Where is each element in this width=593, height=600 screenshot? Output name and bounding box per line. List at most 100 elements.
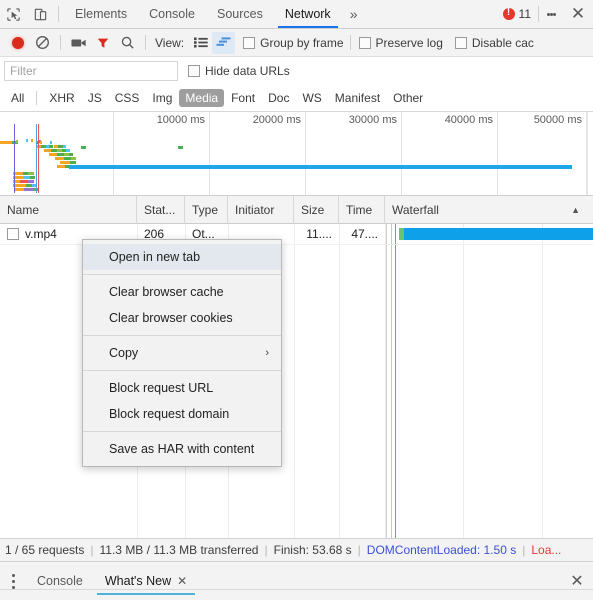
close-icon[interactable]: ✕ (563, 0, 593, 29)
status-separator: | (522, 543, 526, 557)
toolbar-divider (58, 6, 59, 22)
resource-type-filters: All XHR JS CSS Img Media Font Doc WS Man… (0, 85, 593, 112)
context-menu-item-block-request-domain[interactable]: Block request domain (83, 401, 281, 427)
error-count: 11 (518, 7, 531, 21)
finish-summary: Finish: 53.68 s (273, 543, 352, 557)
kebab-menu-icon[interactable] (539, 0, 563, 29)
type-filter-media[interactable]: Media (179, 89, 225, 107)
column-header-name[interactable]: Name (0, 195, 137, 224)
context-menu-item-clear-browser-cookies[interactable]: Clear browser cookies (83, 305, 281, 331)
cell-waterfall (385, 224, 593, 245)
search-button[interactable] (115, 31, 139, 55)
row-checkbox-icon[interactable] (7, 228, 19, 240)
type-filter-css[interactable]: CSS (109, 89, 146, 107)
menu-divider (83, 274, 281, 275)
error-badge[interactable]: ! 11 (502, 7, 538, 21)
group-by-frame-checkbox[interactable]: Group by frame (243, 36, 344, 50)
preserve-log-label: Preserve log (375, 35, 443, 50)
overview-event-line (36, 124, 37, 193)
type-filter-img[interactable]: Img (146, 89, 178, 107)
type-filter-other[interactable]: Other (387, 89, 429, 107)
context-menu-item-clear-browser-cache[interactable]: Clear browser cache (83, 279, 281, 305)
type-filter-all[interactable]: All (5, 89, 30, 107)
waterfall-dcl-marker (391, 224, 392, 538)
checkbox-icon (454, 36, 467, 49)
preserve-log-checkbox[interactable]: Preserve log (358, 35, 443, 50)
filter-button[interactable] (91, 31, 115, 55)
menu-item-label: Block request URL (109, 381, 214, 395)
drawer-tab-whats-new[interactable]: What's New ✕ (94, 568, 198, 595)
tab-console[interactable]: Console (138, 0, 206, 28)
column-header-type[interactable]: Type (185, 195, 228, 224)
overview-tick-label: 20000 ms (252, 114, 301, 126)
menu-divider (83, 370, 281, 371)
type-filter-doc[interactable]: Doc (262, 89, 295, 107)
tab-elements[interactable]: Elements (64, 0, 138, 28)
device-toolbar-icon[interactable] (27, 1, 54, 28)
waterfall-gridline (542, 224, 543, 538)
clear-button[interactable] (30, 31, 54, 55)
waterfall-gridline (463, 224, 464, 538)
context-menu[interactable]: Open in new tab Clear browser cache Clea… (82, 239, 282, 467)
tab-label: Console (149, 7, 195, 21)
overview-tick-label: 10000 ms (156, 114, 205, 126)
kebab-menu-icon[interactable] (0, 568, 26, 595)
drawer-divider (0, 589, 593, 590)
column-label: Initiator (235, 202, 275, 217)
transferred-summary: 11.3 MB / 11.3 MB transferred (99, 543, 259, 557)
drawer-close-icon[interactable]: ✕ (561, 568, 593, 595)
type-filter-js[interactable]: JS (82, 89, 108, 107)
type-filter-font[interactable]: Font (225, 89, 261, 107)
column-header-size[interactable]: Size (294, 195, 339, 224)
requests-table-header: Name Stat... Type Initiator Size Time Wa… (0, 195, 593, 224)
hide-data-urls-checkbox[interactable]: Hide data URLs (188, 64, 290, 78)
capture-screenshots-button[interactable] (67, 31, 91, 55)
context-menu-item-save-as-har[interactable]: Save as HAR with content (83, 436, 281, 462)
context-menu-item-open-in-new-tab[interactable]: Open in new tab (83, 244, 281, 270)
list-view-button[interactable] (189, 32, 212, 54)
tab-network[interactable]: Network (274, 0, 342, 28)
cell-time: 47.... (339, 224, 385, 245)
context-menu-item-block-request-url[interactable]: Block request URL (83, 375, 281, 401)
overview-tick-label: 50000 ms (533, 114, 582, 126)
drawer-tab-label: What's New (104, 574, 172, 588)
type-filter-ws[interactable]: WS (296, 89, 327, 107)
overview-dcl-line (14, 124, 15, 193)
menu-item-label: Clear browser cache (109, 285, 224, 299)
filter-input[interactable] (4, 61, 178, 81)
type-filter-manifest[interactable]: Manifest (329, 89, 386, 107)
column-divider (294, 224, 295, 538)
column-header-time[interactable]: Time (339, 195, 385, 224)
toolbar-divider (349, 35, 351, 50)
more-tabs-icon[interactable]: » (342, 0, 366, 28)
record-button[interactable] (6, 31, 30, 55)
request-time: 47.... (351, 227, 378, 241)
checkbox-icon (188, 65, 200, 77)
type-filter-xhr[interactable]: XHR (43, 89, 80, 107)
hide-data-urls-label: Hide data URLs (205, 64, 290, 78)
menu-item-label: Save as HAR with content (109, 442, 255, 456)
drawer-tab-console[interactable]: Console (26, 568, 94, 595)
tab-label: Sources (216, 7, 263, 21)
tab-sources[interactable]: Sources (206, 0, 274, 28)
context-menu-item-copy[interactable]: Copy › (83, 340, 281, 366)
column-label: Type (192, 202, 219, 217)
column-label: Name (7, 202, 40, 217)
column-header-waterfall[interactable]: Waterfall ▲ (385, 196, 593, 224)
network-overview[interactable]: 10000 ms 20000 ms 30000 ms 40000 ms 5000… (0, 112, 593, 196)
column-label: Time (346, 202, 373, 217)
overview-tick-label: 30000 ms (348, 114, 397, 126)
waterfall-view-button[interactable] (212, 31, 236, 54)
chevron-right-icon: › (265, 347, 269, 359)
toolbar-divider (145, 35, 146, 50)
close-icon[interactable]: ✕ (177, 574, 187, 588)
network-status-bar: 1 / 65 requests | 11.3 MB / 11.3 MB tran… (0, 538, 593, 562)
inspect-cursor-icon[interactable] (0, 1, 27, 28)
column-header-initiator[interactable]: Initiator (228, 195, 294, 224)
menu-item-label: Block request domain (109, 407, 230, 421)
disable-cache-checkbox[interactable]: Disable cac (454, 36, 534, 50)
menu-item-label: Clear browser cookies (109, 311, 233, 325)
column-header-status[interactable]: Stat... (137, 195, 185, 224)
overview-load-line (38, 124, 39, 193)
overview-tick-label: 40000 ms (444, 114, 493, 126)
